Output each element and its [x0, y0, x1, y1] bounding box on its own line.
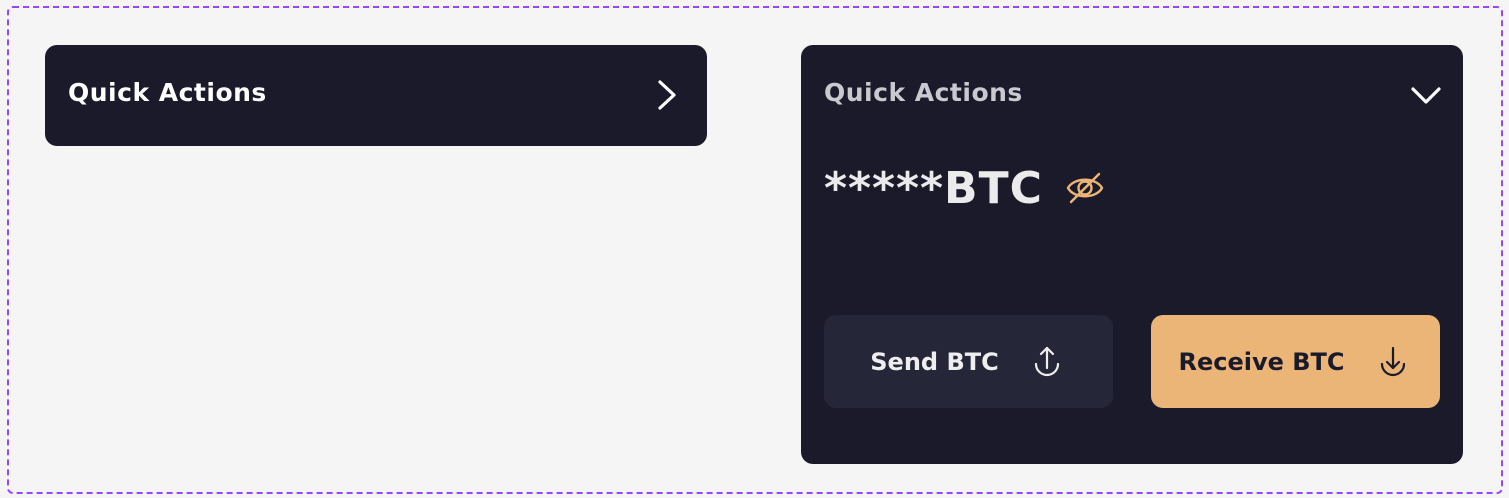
quick-actions-collapsed-card[interactable]: Quick Actions	[45, 45, 707, 146]
chevron-right-icon[interactable]	[652, 77, 682, 113]
eye-off-icon[interactable]	[1065, 168, 1105, 208]
chevron-down-icon[interactable]	[1409, 83, 1443, 109]
send-btc-label: Send BTC	[870, 347, 999, 376]
quick-actions-expanded-card: Quick Actions *****BTC Send BTC Receive …	[801, 45, 1463, 464]
upload-arrow-icon	[1027, 342, 1067, 382]
card-title: Quick Actions	[824, 78, 1023, 107]
receive-btc-label: Receive BTC	[1178, 347, 1345, 376]
download-arrow-icon	[1373, 342, 1413, 382]
btc-balance: *****BTC	[824, 162, 1043, 214]
balance-row: *****BTC	[824, 162, 1105, 214]
receive-btc-button[interactable]: Receive BTC	[1151, 315, 1440, 408]
card-title: Quick Actions	[68, 78, 267, 107]
send-btc-button[interactable]: Send BTC	[824, 315, 1113, 408]
